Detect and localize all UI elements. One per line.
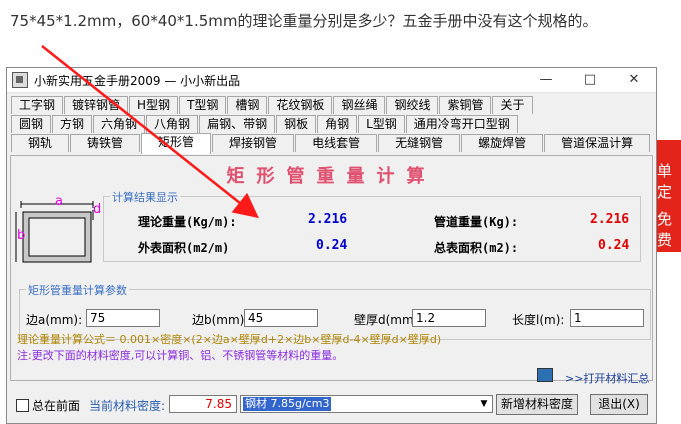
- tab-flat-steel[interactable]: 扁钢、带钢: [199, 115, 276, 133]
- tab-checkered-plate[interactable]: 花纹钢板: [268, 96, 333, 114]
- length-label: 长度l(m):: [512, 313, 565, 327]
- tab-hex-bar[interactable]: 六角钢: [93, 115, 146, 133]
- bottom-bar: 总在前面 当前材料密度: 7.85 钢材 7.85g/cm3 ▼ 新增材料密度 …: [7, 391, 656, 421]
- tab-wire-rope[interactable]: 钢丝绳: [333, 96, 386, 114]
- tab-i-beam[interactable]: 工字钢: [11, 96, 64, 114]
- theory-weight-label: 理论重量(Kg/m):: [138, 215, 237, 229]
- tab-rectangular-pipe[interactable]: 矩形管: [141, 133, 212, 154]
- total-area-value: 0.24: [598, 238, 630, 253]
- tab-t-beam[interactable]: T型钢: [179, 96, 227, 114]
- tab-seamless-pipe[interactable]: 无缝钢管: [378, 134, 461, 152]
- material-select[interactable]: 钢材 7.85g/cm3 ▼: [240, 395, 493, 413]
- tab-h-beam[interactable]: H型钢: [129, 96, 179, 114]
- exit-button[interactable]: 退出(X): [590, 394, 648, 415]
- side-a-input[interactable]: 75: [86, 309, 160, 327]
- theory-weight-value: 2.216: [308, 212, 348, 227]
- thickness-label: 壁厚d(mm): [354, 313, 419, 327]
- app-icon: [12, 72, 28, 88]
- diagram-label-a: a: [55, 194, 63, 209]
- side-b-label: 边b(mm):: [192, 313, 249, 327]
- tab-l-steel[interactable]: L型钢: [358, 115, 405, 133]
- tab-about[interactable]: 关于: [492, 96, 533, 114]
- density-input[interactable]: 7.85: [169, 395, 237, 413]
- tab-round-bar[interactable]: 圆钢: [11, 115, 52, 133]
- page-top-fragment: [10, 0, 310, 4]
- outer-area-value: 0.24: [316, 238, 348, 253]
- tab-oct-bar[interactable]: 八角钢: [146, 115, 199, 133]
- params-group-label: 矩形管重量计算参数: [26, 282, 129, 298]
- tab-galvanized-pipe[interactable]: 镀锌钢管: [64, 96, 129, 114]
- add-density-button[interactable]: 新增材料密度: [496, 394, 578, 415]
- tab-row-2: 圆钢 方钢 六角钢 八角钢 扁钢、带钢 钢板 角钢 L型钢 通用冷弯开口型钢: [11, 115, 519, 134]
- density-note: 注:更改下面的材料密度,可以计算铜、铝、不锈钢管等材料的重量。: [17, 349, 344, 362]
- rect-pipe-diagram: [15, 201, 94, 263]
- app-window: 小新实用五金手册2009 — 小小新出品 — □ ✕ 工字钢 镀锌钢管 H型钢 …: [6, 67, 657, 424]
- total-area-label: 总表面积(m2):: [434, 241, 519, 255]
- panel-heading: 矩形管重量计算: [226, 166, 437, 187]
- tab-angle-steel[interactable]: 角钢: [317, 115, 358, 133]
- length-input[interactable]: 1: [570, 309, 644, 327]
- window-title: 小新实用五金手册2009 — 小小新出品: [34, 73, 241, 88]
- tab-copper-pipe[interactable]: 紫铜管: [439, 96, 492, 114]
- side-a-label: 边a(mm):: [26, 313, 83, 327]
- title-bar[interactable]: 小新实用五金手册2009 — 小小新出品 — □ ✕: [7, 68, 656, 93]
- side-ad-line2: 免费: [657, 210, 673, 249]
- diagram-label-d: d: [93, 202, 102, 217]
- chevron-down-icon[interactable]: ▼: [476, 396, 492, 412]
- always-on-top-label: 总在前面: [32, 399, 81, 413]
- materials-table-icon[interactable]: [537, 368, 553, 382]
- tab-square-bar[interactable]: 方钢: [52, 115, 93, 133]
- tab-channel[interactable]: 槽钢: [227, 96, 268, 114]
- tab-strand[interactable]: 钢绞线: [386, 96, 439, 114]
- tab-cast-iron-pipe[interactable]: 铸铁管: [70, 134, 141, 152]
- tab-cold-formed[interactable]: 通用冷弯开口型钢: [405, 115, 518, 133]
- diagram-inner-rect: [28, 217, 86, 257]
- tab-spiral-pipe[interactable]: 螺旋焊管: [461, 134, 544, 152]
- maximize-button[interactable]: □: [568, 68, 612, 92]
- results-group: 计算结果显示 理论重量(Kg/m): 2.216 管道重量(Kg): 2.216…: [103, 189, 641, 262]
- tab-steel-plate[interactable]: 钢板: [276, 115, 317, 133]
- tab-rail[interactable]: 钢轨: [11, 134, 70, 152]
- tab-welded-pipe[interactable]: 焊接钢管: [212, 134, 295, 152]
- tab-insulation-calc[interactable]: 管道保温计算: [544, 134, 651, 152]
- density-label: 当前材料密度:: [89, 399, 166, 413]
- question-text: 75*45*1.2mm，60*40*1.5mm的理论重量分别是多少？五金手册中没…: [10, 12, 598, 30]
- thickness-input[interactable]: 1.2: [412, 309, 486, 327]
- formula-text: 理论重量计算公式＝ 0.001×密度×(2×边a×壁厚d+2×边b×壁厚d-4×…: [17, 333, 442, 346]
- tab-row-3: 钢轨 铸铁管 矩形管 焊接钢管 电线套管 无缝钢管 螺旋焊管 管道保温计算: [11, 133, 651, 154]
- pipe-weight-label: 管道重量(Kg):: [434, 215, 519, 229]
- open-materials-link[interactable]: >>打开材料汇总: [565, 370, 649, 386]
- pipe-weight-value: 2.216: [590, 212, 630, 227]
- always-on-top-checkbox[interactable]: [16, 399, 29, 412]
- tab-row-1: 工字钢 镀锌钢管 H型钢 T型钢 槽钢 花纹钢板 钢丝绳 钢绞线 紫铜管 关于: [11, 96, 534, 115]
- material-selected-value: 钢材 7.85g/cm3: [243, 397, 332, 411]
- results-group-label: 计算结果显示: [110, 189, 180, 205]
- close-button[interactable]: ✕: [612, 68, 656, 92]
- tab-conduit[interactable]: 电线套管: [295, 134, 378, 152]
- side-ad-line1: 单定: [657, 162, 673, 201]
- diagram-label-b: b: [17, 228, 26, 243]
- side-ad-banner[interactable]: 单定 免费: [657, 140, 681, 252]
- minimize-button[interactable]: —: [524, 68, 568, 92]
- outer-area-label: 外表面积(m2/m): [138, 241, 230, 255]
- side-b-input[interactable]: 45: [244, 309, 318, 327]
